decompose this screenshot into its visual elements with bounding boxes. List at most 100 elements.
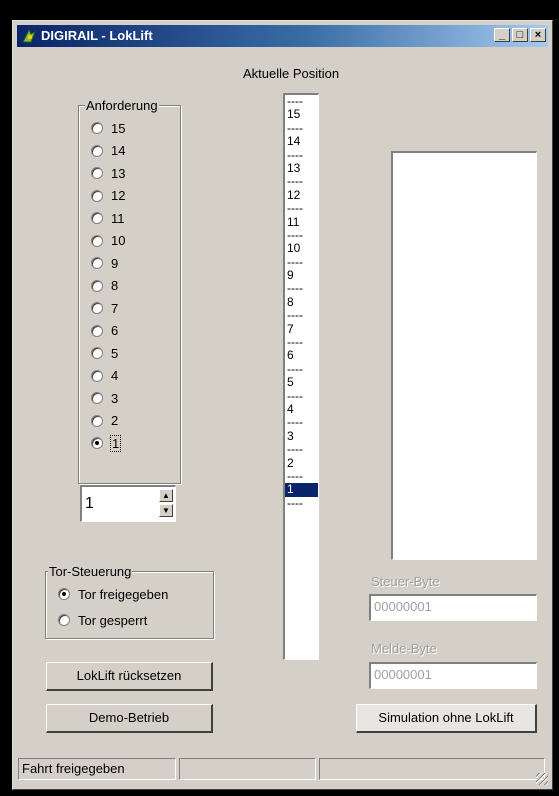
- radio-label: 15: [111, 120, 126, 136]
- radio-button[interactable]: [91, 257, 103, 269]
- list-item[interactable]: ----: [285, 415, 318, 429]
- title-bar[interactable]: DIGIRAIL - LokLift _ □ ×: [17, 25, 548, 47]
- melde-byte-label: Melde-Byte: [371, 641, 437, 656]
- radio-anforderung-3[interactable]: 3: [91, 389, 118, 407]
- list-item[interactable]: 1: [285, 482, 318, 497]
- radio-label: 8: [111, 278, 119, 293]
- list-item[interactable]: ----: [285, 148, 318, 162]
- list-item[interactable]: ----: [285, 335, 318, 349]
- anforderung-legend: Anforderung: [85, 98, 159, 113]
- anforderung-spinner[interactable]: 1 ▲ ▼: [80, 485, 176, 522]
- radio-button[interactable]: [91, 212, 103, 224]
- radio-anforderung-1[interactable]: 1: [91, 434, 122, 452]
- list-item[interactable]: 9: [285, 268, 318, 282]
- radio-anforderung-15[interactable]: 15: [91, 119, 125, 137]
- list-item[interactable]: ----: [285, 362, 318, 376]
- radio-anforderung-7[interactable]: 7: [91, 299, 118, 317]
- list-item[interactable]: 10: [285, 241, 318, 255]
- list-item[interactable]: ----: [285, 389, 318, 403]
- radio-anforderung-10[interactable]: 10: [91, 232, 125, 250]
- list-item[interactable]: ----: [285, 255, 318, 269]
- radio-button[interactable]: [91, 347, 103, 359]
- list-item[interactable]: 8: [285, 295, 318, 309]
- radio-label: 14: [111, 143, 126, 158]
- radio-label: 3: [111, 390, 119, 406]
- position-listbox[interactable]: ---- 15 ---- 14 ---- 13 ---- 12 ---- 11 ---- 10 ----…: [283, 93, 319, 660]
- list-item[interactable]: ----: [285, 95, 318, 108]
- radio-anforderung-12[interactable]: 12: [91, 187, 125, 205]
- radio-button[interactable]: [91, 369, 103, 382]
- radio-anforderung-14[interactable]: 14: [91, 142, 125, 160]
- radio-button[interactable]: [91, 302, 103, 314]
- close-button[interactable]: ×: [530, 28, 546, 42]
- radio-anforderung-6[interactable]: 6: [91, 322, 118, 340]
- train-logo-icon: [22, 28, 36, 43]
- radio-tor-gesperrt[interactable]: Tor gesperrt: [58, 611, 147, 629]
- radio-label: 4: [111, 368, 119, 383]
- spinner-down-icon[interactable]: ▼: [159, 504, 173, 517]
- tor-steuerung-legend: Tor-Steuerung: [48, 564, 133, 579]
- radio-anforderung-4[interactable]: 4: [91, 367, 118, 385]
- simulation-button[interactable]: Simulation ohne LokLift: [356, 704, 537, 733]
- radio-button[interactable]: [91, 324, 103, 337]
- radio-label: Tor freigegeben: [78, 586, 169, 602]
- radio-anforderung-9[interactable]: 9: [91, 254, 118, 272]
- loklift-reset-button[interactable]: LokLift rücksetzen: [46, 662, 213, 691]
- spinner-up-icon[interactable]: ▲: [159, 489, 173, 502]
- radio-anforderung-2[interactable]: 2: [91, 412, 118, 430]
- radio-label: 7: [111, 300, 119, 316]
- radio-tor-freigegeben[interactable]: Tor freigegeben: [58, 585, 168, 603]
- list-item[interactable]: ----: [285, 442, 318, 456]
- radio-button[interactable]: [91, 437, 103, 449]
- list-item[interactable]: 15: [285, 107, 318, 121]
- list-item[interactable]: ----: [285, 282, 318, 296]
- radio-anforderung-13[interactable]: 13: [91, 164, 125, 182]
- list-item[interactable]: 3: [285, 429, 318, 443]
- radio-button[interactable]: [91, 414, 103, 427]
- demo-betrieb-button[interactable]: Demo-Betrieb: [46, 704, 213, 733]
- tor-steuerung-group: Tor-Steuerung Tor freigegeben Tor gesper…: [45, 564, 214, 639]
- spinner-value: 1: [85, 495, 94, 512]
- list-item[interactable]: 11: [285, 215, 318, 229]
- list-item[interactable]: ----: [285, 308, 318, 322]
- radio-button[interactable]: [91, 392, 103, 404]
- list-item[interactable]: ----: [285, 201, 318, 215]
- anforderung-group: Anforderung 15 14 13 12 11 10 9 8 7 6 5 4 3 2 1: [78, 98, 181, 484]
- status-panel-1: Fahrt freigegeben: [18, 758, 176, 780]
- radio-button[interactable]: [91, 167, 103, 179]
- steuer-byte-label: Steuer-Byte: [371, 574, 440, 589]
- list-item[interactable]: 4: [285, 402, 318, 416]
- radio-label: 5: [111, 345, 119, 361]
- radio-button[interactable]: [91, 189, 103, 202]
- melde-byte-field[interactable]: 00000001: [369, 662, 537, 689]
- radio-button[interactable]: [58, 588, 70, 600]
- radio-anforderung-5[interactable]: 5: [91, 344, 118, 362]
- steuer-byte-field[interactable]: 00000001: [369, 594, 537, 621]
- radio-button[interactable]: [91, 122, 103, 134]
- radio-label: 2: [111, 413, 119, 428]
- list-item[interactable]: 14: [285, 134, 318, 148]
- maximize-button[interactable]: □: [512, 28, 528, 42]
- list-item[interactable]: 2: [285, 456, 318, 470]
- radio-label: Tor gesperrt: [78, 612, 148, 628]
- list-item[interactable]: 7: [285, 322, 318, 336]
- resize-grip-icon[interactable]: [536, 773, 548, 785]
- radio-button[interactable]: [91, 144, 103, 157]
- list-item[interactable]: ----: [285, 174, 318, 188]
- radio-button[interactable]: [91, 234, 103, 247]
- list-item[interactable]: ----: [285, 228, 318, 242]
- list-item[interactable]: ----: [285, 496, 318, 510]
- radio-anforderung-11[interactable]: 11: [91, 209, 125, 227]
- radio-button[interactable]: [91, 279, 103, 292]
- list-item[interactable]: 5: [285, 375, 318, 389]
- list-item[interactable]: 6: [285, 349, 318, 363]
- list-item[interactable]: 13: [285, 161, 318, 175]
- radio-anforderung-8[interactable]: 8: [91, 277, 118, 295]
- minimize-button[interactable]: _: [494, 28, 510, 42]
- status-panel-2: [179, 758, 316, 780]
- list-item[interactable]: 12: [285, 188, 318, 202]
- list-item[interactable]: ----: [285, 469, 318, 483]
- list-item[interactable]: ----: [285, 121, 318, 135]
- radio-button[interactable]: [58, 614, 70, 626]
- window-title: DIGIRAIL - LokLift: [41, 28, 153, 43]
